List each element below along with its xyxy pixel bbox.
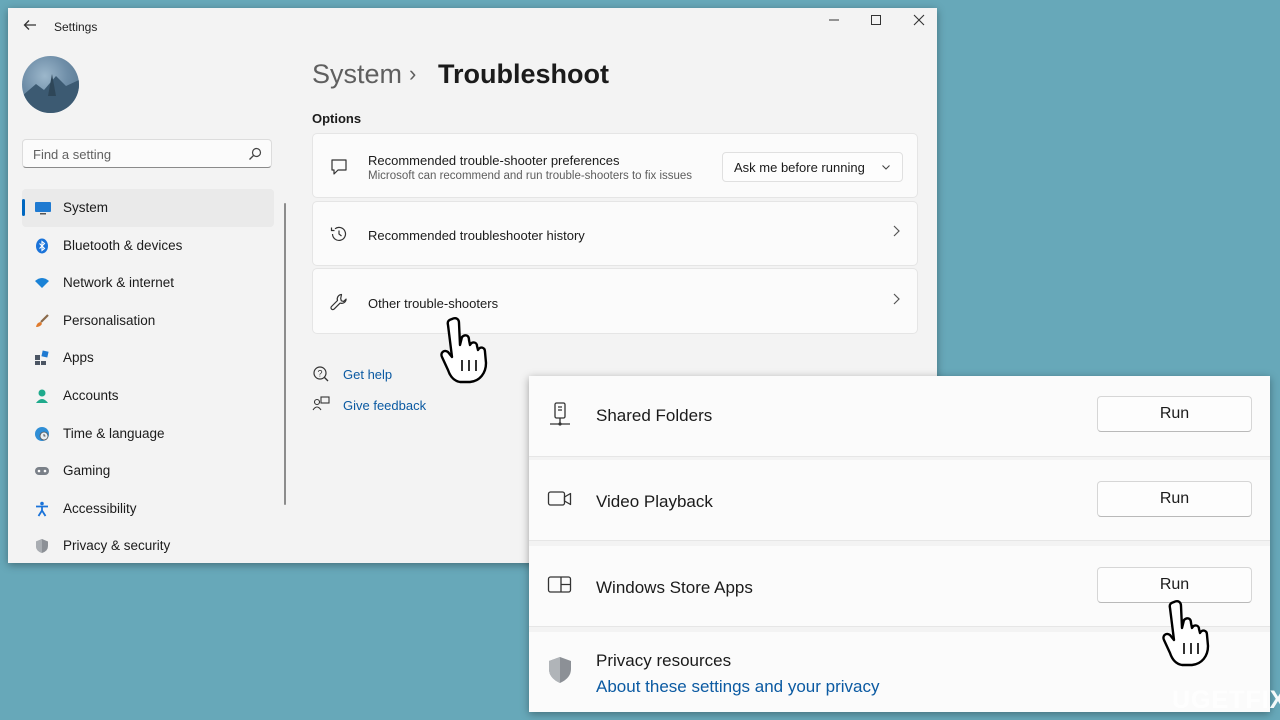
chat-bubble-icon <box>329 157 349 177</box>
troubleshooter-row-shared-folders: Shared Folders Run <box>529 376 1270 457</box>
troubleshooter-label: Windows Store Apps <box>596 578 753 597</box>
sidebar-item-label: Accounts <box>63 387 119 403</box>
bluetooth-icon <box>34 238 50 254</box>
run-button[interactable]: Run <box>1097 481 1252 517</box>
wrench-icon <box>329 292 349 312</box>
sidebar-item-label: Time & language <box>63 425 165 441</box>
card-title: Other trouble-shooters <box>368 296 499 311</box>
maximize-icon[interactable] <box>856 11 896 31</box>
troubleshooter-row-windows-store-apps: Windows Store Apps Run <box>529 546 1270 627</box>
troubleshooter-label: Shared Folders <box>596 406 713 425</box>
breadcrumb-separator: › <box>409 61 417 86</box>
avatar[interactable] <box>22 56 79 113</box>
search-placeholder: Find a setting <box>33 147 112 162</box>
sidebar-item-gaming[interactable]: Gaming <box>22 452 274 490</box>
sidebar-item-apps[interactable]: Apps <box>22 339 274 377</box>
privacy-resources-title: Privacy resources <box>596 651 732 670</box>
card-title: Recommended troubleshooter history <box>368 228 585 243</box>
globe-clock-icon <box>34 426 50 442</box>
sidebar-item-label: System <box>63 200 109 215</box>
dropdown-value: Ask me before running <box>734 160 865 175</box>
video-camera-icon <box>547 486 573 512</box>
get-help-link[interactable]: Get help <box>343 367 392 382</box>
privacy-settings-link[interactable]: About these settings and your privacy <box>596 677 880 697</box>
history-icon <box>329 224 349 244</box>
chevron-right-icon <box>891 292 901 309</box>
sidebar-item-label: Bluetooth & devices <box>63 237 183 253</box>
troubleshooter-label: Video Playback <box>596 492 713 511</box>
accessibility-icon <box>34 501 50 517</box>
sidebar-item-label: Accessibility <box>63 500 137 516</box>
title-bar: Settings <box>8 8 937 46</box>
search-input[interactable]: Find a setting <box>22 139 272 168</box>
card-title: Recommended trouble-shooter preferences <box>368 153 620 168</box>
person-icon <box>34 388 50 404</box>
sidebar-item-label: Personalisation <box>63 312 156 328</box>
monitor-icon <box>34 200 51 216</box>
page-title: Troubleshoot <box>438 59 609 89</box>
sidebar-item-time-language[interactable]: Time & language <box>22 415 274 453</box>
sidebar-scrollbar[interactable] <box>284 203 286 505</box>
card-subtitle: Microsoft can recommend and run trouble-… <box>368 170 693 182</box>
wifi-icon <box>34 275 50 291</box>
minimize-icon[interactable] <box>814 11 854 31</box>
shield-icon <box>34 538 50 554</box>
chevron-right-icon <box>891 224 901 241</box>
sidebar-item-accessibility[interactable]: Accessibility <box>22 490 274 528</box>
sidebar-item-bluetooth[interactable]: Bluetooth & devices <box>22 227 274 265</box>
hand-cursor-icon <box>440 317 488 384</box>
sidebar-item-system[interactable]: System <box>22 189 274 227</box>
troubleshooter-history-card[interactable]: Recommended troubleshooter history <box>312 201 918 266</box>
privacy-resources-row: Privacy resources <box>529 632 1270 712</box>
close-icon[interactable] <box>899 11 937 31</box>
apps-icon <box>34 350 50 366</box>
brush-icon <box>34 313 50 329</box>
section-label-options: Options <box>312 111 362 126</box>
window-title: Settings <box>54 20 98 34</box>
give-feedback-link[interactable]: Give feedback <box>343 398 426 413</box>
sidebar-item-label: Privacy & security <box>63 538 171 554</box>
sidebar-item-privacy[interactable]: Privacy & security <box>22 527 274 563</box>
watermark-logo: UGETFIX <box>1172 686 1280 714</box>
gamepad-icon <box>34 463 50 479</box>
sidebar-item-accounts[interactable]: Accounts <box>22 377 274 415</box>
preference-dropdown[interactable]: Ask me before running <box>722 152 903 182</box>
shield-icon <box>547 656 573 683</box>
back-arrow-icon[interactable] <box>20 18 40 38</box>
svg-text:?: ? <box>318 369 323 379</box>
search-icon[interactable] <box>247 146 263 162</box>
sidebar-item-label: Gaming <box>63 463 111 479</box>
feedback-icon <box>312 396 330 414</box>
other-troubleshooters-card[interactable]: Other trouble-shooters <box>312 268 918 334</box>
troubleshooters-panel: Shared Folders Run Video Playback Run Wi… <box>529 376 1270 712</box>
shared-folder-icon <box>547 402 573 428</box>
hand-cursor-icon <box>1162 600 1210 667</box>
run-button[interactable]: Run <box>1097 396 1252 432</box>
store-apps-icon <box>547 572 573 598</box>
chevron-down-icon <box>880 160 892 172</box>
selection-indicator <box>22 199 25 216</box>
breadcrumb-parent[interactable]: System <box>312 59 402 90</box>
sidebar-item-personalisation[interactable]: Personalisation <box>22 302 274 340</box>
troubleshooter-row-video-playback: Video Playback Run <box>529 460 1270 541</box>
sidebar-nav: System Bluetooth & devices Network & int… <box>22 189 274 563</box>
sidebar-item-label: Apps <box>63 350 94 366</box>
sidebar-item-network[interactable]: Network & internet <box>22 264 274 302</box>
help-icon: ? <box>312 365 330 383</box>
troubleshooter-preferences-card: Recommended trouble-shooter preferences … <box>312 133 918 198</box>
sidebar-item-label: Network & internet <box>63 275 175 291</box>
